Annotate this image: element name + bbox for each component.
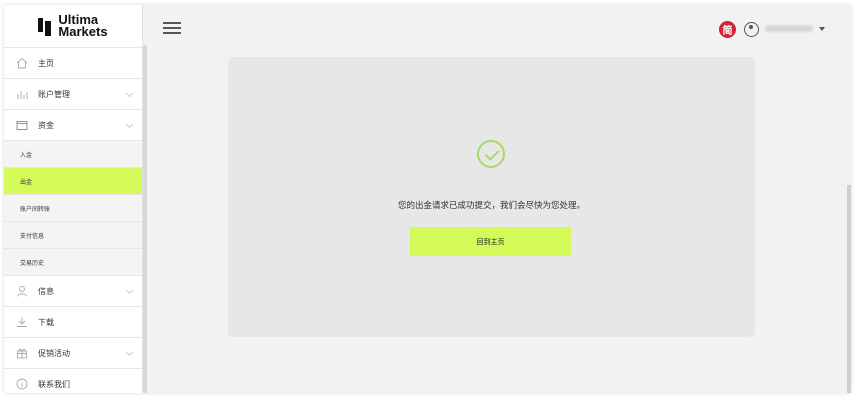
- sidebar-item-label: 联系我们: [38, 379, 70, 389]
- sidebar-subitem-label: 入金: [20, 151, 33, 159]
- sidebar-item-label: 信息: [38, 286, 54, 296]
- sidebar-item-download[interactable]: 下载: [4, 307, 142, 338]
- wallet-icon: [16, 119, 28, 131]
- sidebar-item-label: 下载: [38, 317, 54, 327]
- bar-chart-icon: [16, 88, 28, 100]
- chevron-down-icon[interactable]: [125, 120, 134, 129]
- sidebar-item-label: 账户管理: [38, 89, 70, 99]
- download-icon: [16, 316, 28, 328]
- sidebar-subitem-deposit[interactable]: 入金: [4, 141, 142, 168]
- back-to-home-button[interactable]: 回到主页: [410, 227, 571, 256]
- sidebar: Ultima Markets 主页 账户管理 资金 入金 出金 账户间转账 支付…: [4, 5, 143, 393]
- caret-down-icon[interactable]: [819, 27, 825, 31]
- sidebar-subitem-transfer[interactable]: 账户间转账: [4, 195, 142, 222]
- user-name-redacted[interactable]: [765, 25, 813, 32]
- sidebar-subitem-label: 交易历史: [20, 259, 45, 267]
- sidebar-item-contact-us[interactable]: 联系我们: [4, 369, 142, 393]
- menu-icon[interactable]: [163, 22, 181, 35]
- logo-mark-icon: [38, 16, 52, 36]
- logo-line2: Markets: [58, 24, 108, 39]
- success-message: 您的出金请求已成功提交，我们会尽快为您处理。: [397, 201, 585, 211]
- sidebar-item-promotions[interactable]: 促销活动: [4, 338, 142, 369]
- sidebar-subitem-payment-info[interactable]: 支付信息: [4, 222, 142, 249]
- check-circle-icon: [477, 140, 505, 168]
- user-icon: [16, 285, 28, 297]
- info-icon: [16, 378, 28, 390]
- home-icon: [16, 57, 28, 69]
- sidebar-item-label: 促销活动: [38, 348, 70, 358]
- withdraw-success-card: 您的出金请求已成功提交，我们会尽快为您处理。 回到主页: [228, 57, 755, 337]
- sidebar-subitem-label: 账户间转账: [20, 205, 51, 213]
- sidebar-item-label: 资金: [38, 120, 54, 130]
- sidebar-item-info[interactable]: 信息: [4, 276, 142, 307]
- chevron-down-icon[interactable]: [125, 89, 134, 98]
- logo[interactable]: Ultima Markets: [4, 5, 142, 48]
- app-window: Ultima Markets 主页 账户管理 资金 入金 出金 账户间转账 支付…: [4, 5, 851, 393]
- sidebar-subitem-label: 出金: [20, 178, 33, 186]
- sidebar-subitem-label: 支付信息: [20, 232, 45, 240]
- language-switch-button[interactable]: 简: [719, 21, 736, 38]
- sidebar-item-home[interactable]: 主页: [4, 48, 142, 79]
- sidebar-subitem-trade-history[interactable]: 交易历史: [4, 249, 142, 276]
- top-bar: 简: [143, 5, 851, 53]
- chevron-down-icon[interactable]: [125, 286, 134, 295]
- gift-icon: [16, 347, 28, 359]
- user-avatar-icon[interactable]: [744, 22, 759, 37]
- chevron-down-icon[interactable]: [125, 348, 134, 357]
- main-scrollbar[interactable]: [847, 185, 851, 393]
- sidebar-item-label: 主页: [38, 58, 54, 68]
- sidebar-item-account-management[interactable]: 账户管理: [4, 79, 142, 110]
- sidebar-subitem-withdraw[interactable]: 出金: [4, 168, 142, 195]
- sidebar-scrollbar[interactable]: [143, 45, 147, 393]
- sidebar-item-funds[interactable]: 资金: [4, 110, 142, 141]
